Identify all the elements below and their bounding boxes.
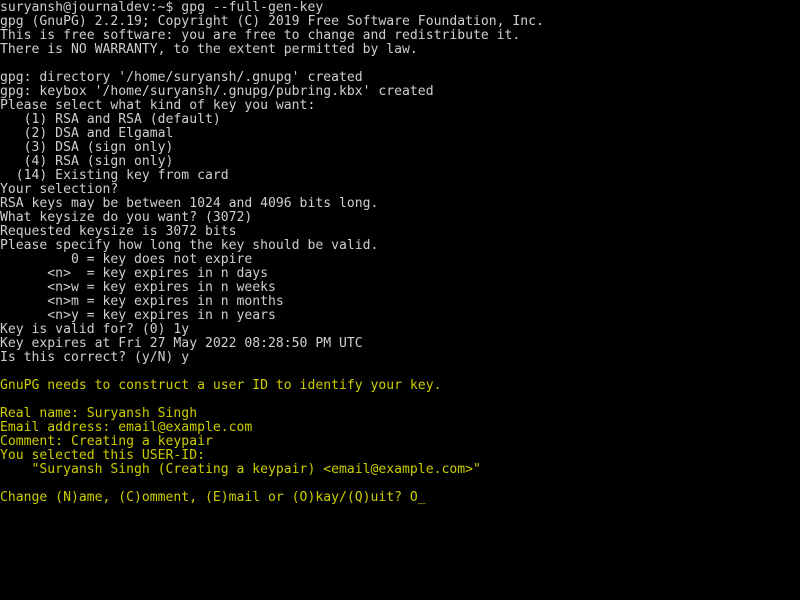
terminal-output-line: Please select what kind of key you want: <box>0 98 316 113</box>
terminal-output-line: Please specify how long the key should b… <box>0 238 379 253</box>
terminal-output-line: Your selection? <box>0 182 127 197</box>
terminal-output-line: Email address: email@example.com <box>0 420 253 435</box>
terminal-output-line: (14) Existing key from card <box>0 168 229 183</box>
terminal-output-line: Comment: Creating a keypair <box>0 434 213 449</box>
terminal-output-line: gpg: keybox '/home/suryansh/.gnupg/pubri… <box>0 84 434 99</box>
terminal-window[interactable]: suryansh@journaldev:~$ gpg --full-gen-ke… <box>0 0 800 600</box>
terminal-output-line: You selected this USER-ID: <box>0 448 205 463</box>
terminal-output-line: gpg (GnuPG) 2.2.19; Copyright (C) 2019 F… <box>0 14 544 29</box>
terminal-output-line: Requested keysize is 3072 bits <box>0 224 237 239</box>
terminal-output-line: (2) DSA and Elgamal <box>0 126 174 141</box>
terminal-line-text: Change (N)ame, (C)omment, (E)mail or (O)… <box>0 490 418 505</box>
text-cursor: _ <box>417 490 426 505</box>
terminal-output-line: "Suryansh Singh (Creating a keypair) <em… <box>0 462 481 477</box>
terminal-output-line: Change (N)ame, (C)omment, (E)mail or (O)… <box>0 491 800 505</box>
terminal-output-line: <n>m = key expires in n months <box>0 294 284 309</box>
terminal-output-line: Key expires at Fri 27 May 2022 08:28:50 … <box>0 336 363 351</box>
terminal-output-line: Real name: Suryansh Singh <box>0 406 198 421</box>
terminal-prompt-line: suryansh@journaldev:~$ gpg --full-gen-ke… <box>0 0 324 15</box>
terminal-output-line: This is free software: you are free to c… <box>0 28 521 43</box>
terminal-output-line: RSA keys may be between 1024 and 4096 bi… <box>0 196 379 211</box>
terminal-output-line: <n> = key expires in n days <box>0 266 269 281</box>
terminal-output-line: <n>y = key expires in n years <box>0 308 276 323</box>
terminal-output-line: <n>w = key expires in n weeks <box>0 280 276 295</box>
terminal-output-line: Is this correct? (y/N) y <box>0 350 190 365</box>
terminal-screen[interactable]: suryansh@journaldev:~$ gpg --full-gen-ke… <box>0 1 800 505</box>
terminal-output-line: GnuPG needs to construct a user ID to id… <box>0 378 442 393</box>
terminal-output-line: There is NO WARRANTY, to the extent perm… <box>0 42 418 57</box>
terminal-output-line: gpg: directory '/home/suryansh/.gnupg' c… <box>0 70 363 85</box>
terminal-output-line: (3) DSA (sign only) <box>0 140 174 155</box>
terminal-output-line: 0 = key does not expire <box>0 252 253 267</box>
terminal-output-line: Key is valid for? (0) 1y <box>0 322 190 337</box>
terminal-output-line: (1) RSA and RSA (default) <box>0 112 221 127</box>
terminal-output-line: (4) RSA (sign only) <box>0 154 174 169</box>
terminal-output-line: What keysize do you want? (3072) <box>0 210 261 225</box>
